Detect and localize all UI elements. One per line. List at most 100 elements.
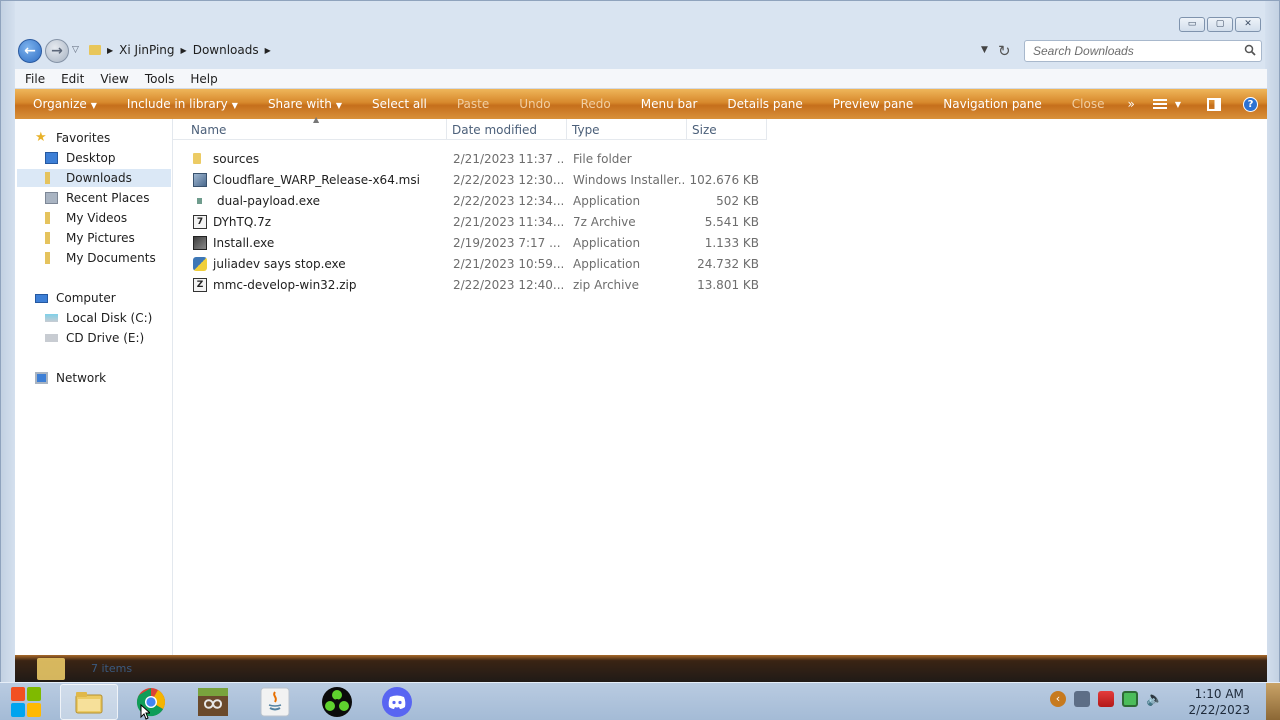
taskbar-java[interactable]: [246, 684, 304, 720]
search-box[interactable]: [1024, 40, 1262, 62]
content-area: ★ Favorites Desktop Downloads Recent Pla…: [15, 115, 1267, 655]
caret-down-icon: ▼: [231, 101, 238, 110]
column-header-date[interactable]: Date modified: [447, 119, 567, 140]
taskbar-chrome[interactable]: [122, 684, 180, 720]
forward-button[interactable]: →: [45, 39, 69, 63]
nav-recent-places-label: Recent Places: [66, 191, 150, 205]
view-controls: ▼ ?: [1152, 89, 1267, 119]
address-dropdown-button[interactable]: ▼: [981, 45, 988, 55]
taskbar-discord[interactable]: [368, 684, 426, 720]
nav-computer[interactable]: Computer: [35, 289, 116, 307]
zip-icon: Z: [193, 277, 207, 292]
breadcrumb-downloads[interactable]: Downloads: [193, 43, 259, 57]
column-header-name[interactable]: Name ▲: [173, 115, 447, 140]
nav-cd-drive[interactable]: CD Drive (E:): [45, 329, 144, 347]
view-options-icon[interactable]: [1152, 99, 1167, 109]
chevron-right-icon[interactable]: ▶: [265, 46, 271, 55]
more-commands-button[interactable]: »: [1119, 97, 1142, 111]
nav-favorites[interactable]: ★ Favorites: [35, 129, 110, 147]
minecraft-launcher-icon: [198, 688, 228, 716]
include-in-library-button[interactable]: Include in library ▼: [112, 97, 253, 111]
file-name: DYhTQ.7z: [213, 214, 272, 229]
file-type: Application: [573, 235, 641, 250]
menu-bar: File Edit View Tools Help: [15, 69, 1267, 89]
nav-desktop[interactable]: Desktop: [45, 149, 116, 167]
column-header-type[interactable]: Type: [567, 119, 687, 140]
nav-desktop-label: Desktop: [66, 151, 116, 165]
action-center-flag-icon[interactable]: [1098, 691, 1114, 707]
local-disk-icon: [45, 314, 58, 322]
taskbar-greenshot[interactable]: [308, 684, 366, 720]
chevron-right-icon[interactable]: ▶: [107, 46, 113, 55]
nav-downloads-label: Downloads: [66, 171, 132, 185]
desktop-icon: [45, 152, 58, 164]
chevron-right-icon[interactable]: ▶: [181, 46, 187, 55]
file-row[interactable]: Cloudflare_WARP_Release-x64.msi 2/22/202…: [173, 169, 767, 190]
discord-icon: [382, 687, 412, 717]
start-button[interactable]: [8, 685, 44, 719]
navigation-pane-button[interactable]: Navigation pane: [928, 97, 1057, 111]
menu-help[interactable]: Help: [190, 72, 217, 86]
recent-pages-dropdown[interactable]: ▽: [72, 45, 79, 55]
windows-logo-yellow: [27, 703, 41, 717]
column-size-label: Size: [692, 122, 717, 137]
breadcrumb[interactable]: ▶ Xi JinPing ▶ Downloads ▶: [89, 43, 271, 57]
caret-down-icon: ▼: [335, 101, 342, 110]
clock[interactable]: 1:10 AM 2/22/2023: [1188, 686, 1250, 718]
item-count: 7 items: [91, 662, 133, 675]
file-row[interactable]: 7 DYhTQ.7z 2/21/2023 11:34... 7z Archive…: [173, 211, 767, 232]
menu-tools[interactable]: Tools: [145, 72, 175, 86]
network-tray-icon[interactable]: [1122, 691, 1138, 707]
menu-edit[interactable]: Edit: [61, 72, 84, 86]
caret-down-icon[interactable]: ▼: [1175, 100, 1181, 109]
preview-pane-icon[interactable]: [1207, 97, 1221, 111]
redo-button[interactable]: Redo: [566, 97, 626, 111]
discord-tray-icon[interactable]: [1074, 691, 1090, 707]
maximize-button[interactable]: ▢: [1207, 17, 1233, 32]
search-icon[interactable]: [1244, 44, 1256, 56]
show-desktop-button[interactable]: [1266, 683, 1280, 720]
minimize-button[interactable]: ▭: [1179, 17, 1205, 32]
organize-button[interactable]: Organize ▼: [15, 97, 112, 111]
menu-view[interactable]: View: [100, 72, 128, 86]
menu-bar-button[interactable]: Menu bar: [626, 97, 713, 111]
help-icon[interactable]: ?: [1243, 96, 1258, 112]
file-row[interactable]: dual-payload.exe 2/22/2023 12:34... Appl…: [173, 190, 767, 211]
taskbar-file-explorer[interactable]: [60, 684, 118, 720]
nav-recent-places[interactable]: Recent Places: [45, 189, 149, 207]
back-button[interactable]: ←: [18, 39, 42, 63]
details-pane-button[interactable]: Details pane: [712, 97, 817, 111]
show-hidden-icons-icon[interactable]: ‹: [1050, 691, 1066, 707]
search-input[interactable]: [1025, 41, 1235, 61]
file-row[interactable]: Z mmc-develop-win32.zip 2/22/2023 12:40.…: [173, 274, 767, 295]
close-window-button[interactable]: ✕: [1235, 17, 1261, 32]
select-all-button[interactable]: Select all: [357, 97, 442, 111]
column-headers: Name ▲ Date modified Type Size: [173, 115, 767, 140]
file-size: 502 KB: [716, 193, 759, 208]
file-row[interactable]: Install.exe 2/19/2023 7:17 ... Applicati…: [173, 232, 767, 253]
menu-file[interactable]: File: [25, 72, 45, 86]
taskbar: ‹ 🔈 1:10 AM 2/22/2023: [0, 682, 1280, 720]
nav-network[interactable]: Network: [35, 369, 106, 387]
column-header-size[interactable]: Size: [687, 119, 767, 140]
breadcrumb-user[interactable]: Xi JinPing: [119, 43, 174, 57]
close-button[interactable]: Close: [1057, 97, 1120, 111]
nav-my-documents[interactable]: My Documents: [45, 249, 156, 267]
file-row[interactable]: sources 2/21/2023 11:37 ... File folder: [173, 148, 767, 169]
nav-network-label: Network: [56, 371, 107, 385]
share-with-button[interactable]: Share with ▼: [253, 97, 357, 111]
refresh-icon[interactable]: ↻: [998, 42, 1011, 60]
nav-downloads[interactable]: Downloads: [17, 169, 171, 187]
file-size: [683, 148, 759, 169]
volume-icon[interactable]: 🔈: [1146, 691, 1163, 707]
file-row[interactable]: juliadev says stop.exe 2/21/2023 10:59..…: [173, 253, 767, 274]
nav-local-disk[interactable]: Local Disk (C:): [45, 309, 152, 327]
nav-my-videos[interactable]: My Videos: [45, 209, 127, 227]
taskbar-minecraft-launcher[interactable]: [184, 684, 242, 720]
nav-my-pictures[interactable]: My Pictures: [45, 229, 135, 247]
nav-favorites-label: Favorites: [56, 131, 111, 145]
paste-button[interactable]: Paste: [442, 97, 504, 111]
preview-pane-button[interactable]: Preview pane: [818, 97, 928, 111]
undo-button[interactable]: Undo: [504, 97, 565, 111]
windows-logo-green: [27, 687, 41, 701]
